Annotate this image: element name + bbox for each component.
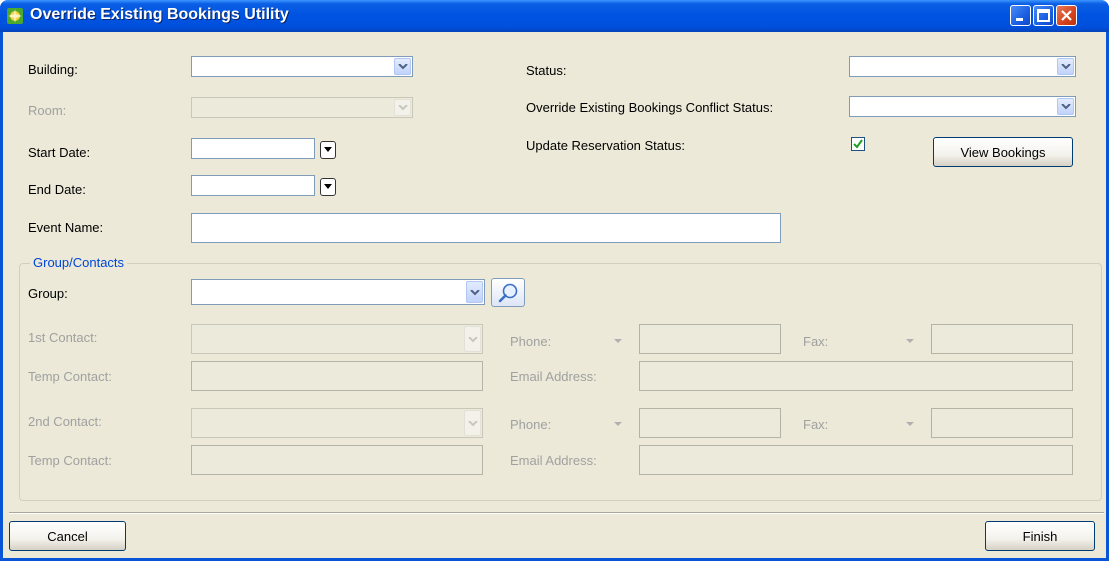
dialog-window: Override Existing Bookings Utility Build… <box>0 0 1109 561</box>
end-date-label: End Date: <box>28 182 86 197</box>
caret-down-icon[interactable] <box>613 421 623 427</box>
close-icon <box>1061 10 1072 21</box>
footer-divider <box>9 512 1104 514</box>
chevron-down-icon[interactable] <box>394 58 411 75</box>
title-bar[interactable]: Override Existing Bookings Utility <box>0 0 1109 32</box>
group-contacts-legend: Group/Contacts <box>30 255 128 270</box>
building-label: Building: <box>28 62 78 77</box>
caret-down-icon[interactable] <box>905 338 915 344</box>
first-contact-fax-field[interactable] <box>931 324 1073 354</box>
update-reservation-status-label: Update Reservation Status: <box>526 138 685 153</box>
chevron-down-icon[interactable] <box>394 99 411 116</box>
second-temp-contact-field[interactable] <box>191 445 483 475</box>
finish-button[interactable]: Finish <box>985 521 1095 551</box>
second-contact-phone-label: Phone: <box>510 417 552 432</box>
window-title: Override Existing Bookings Utility <box>30 6 289 23</box>
minimize-button[interactable] <box>1010 5 1031 26</box>
second-contact-fax-label: Fax: <box>803 417 829 432</box>
cancel-label: Cancel <box>47 529 88 544</box>
close-button[interactable] <box>1056 5 1077 26</box>
chevron-down-icon[interactable] <box>464 410 481 436</box>
maximize-button[interactable] <box>1033 5 1054 26</box>
cancel-button[interactable]: Cancel <box>9 521 126 551</box>
start-date-label: Start Date: <box>28 145 91 160</box>
dropdown-arrow-icon <box>324 184 332 189</box>
chevron-down-icon[interactable] <box>464 326 481 352</box>
minimize-icon <box>1016 18 1023 21</box>
event-name-label: Event Name: <box>28 220 104 235</box>
chevron-down-icon[interactable] <box>1057 98 1074 115</box>
finish-label: Finish <box>1022 529 1058 544</box>
second-temp-contact-label: Temp Contact: <box>28 453 112 468</box>
first-contact-phone-field[interactable] <box>639 324 781 354</box>
chevron-down-icon[interactable] <box>466 281 483 303</box>
second-contact-dropdown[interactable] <box>191 408 483 438</box>
app-icon <box>7 8 23 24</box>
end-date-picker-button[interactable] <box>320 178 336 196</box>
second-contact-fax-field[interactable] <box>931 408 1073 438</box>
end-date-field[interactable] <box>191 175 315 196</box>
group-search-button[interactable] <box>491 278 525 307</box>
start-date-picker-button[interactable] <box>320 141 336 159</box>
checkmark-icon <box>853 139 863 149</box>
view-bookings-label: View Bookings <box>960 145 1046 160</box>
first-contact-dropdown[interactable] <box>191 324 483 354</box>
first-temp-contact-label: Temp Contact: <box>28 369 112 384</box>
building-dropdown[interactable] <box>191 56 413 77</box>
update-reservation-status-checkbox[interactable] <box>851 137 865 151</box>
room-dropdown[interactable] <box>191 97 413 118</box>
maximize-icon <box>1037 9 1050 22</box>
start-date-field[interactable] <box>191 138 315 159</box>
group-dropdown[interactable] <box>191 279 485 305</box>
status-dropdown[interactable] <box>849 56 1076 77</box>
first-contact-fax-label: Fax: <box>803 334 829 349</box>
second-contact-email-field[interactable] <box>639 445 1073 475</box>
chevron-down-icon[interactable] <box>1057 58 1074 75</box>
second-contact-email-label: Email Address: <box>510 453 597 468</box>
view-bookings-button[interactable]: View Bookings <box>933 137 1073 167</box>
first-contact-email-label: Email Address: <box>510 369 597 384</box>
override-conflict-status-dropdown[interactable] <box>849 96 1076 117</box>
magnifier-icon <box>498 283 518 303</box>
group-label: Group: <box>28 286 68 301</box>
second-contact-label: 2nd Contact: <box>28 414 102 429</box>
first-temp-contact-field[interactable] <box>191 361 483 391</box>
caret-down-icon[interactable] <box>905 421 915 427</box>
first-contact-email-field[interactable] <box>639 361 1073 391</box>
override-conflict-status-label: Override Existing Bookings Conflict Stat… <box>526 100 774 115</box>
first-contact-label: 1st Contact: <box>28 330 98 345</box>
room-label: Room: <box>28 103 67 118</box>
first-contact-phone-label: Phone: <box>510 334 552 349</box>
status-label: Status: <box>526 63 567 78</box>
dropdown-arrow-icon <box>324 147 332 152</box>
event-name-field[interactable] <box>191 213 781 243</box>
second-contact-phone-field[interactable] <box>639 408 781 438</box>
caret-down-icon[interactable] <box>613 338 623 344</box>
